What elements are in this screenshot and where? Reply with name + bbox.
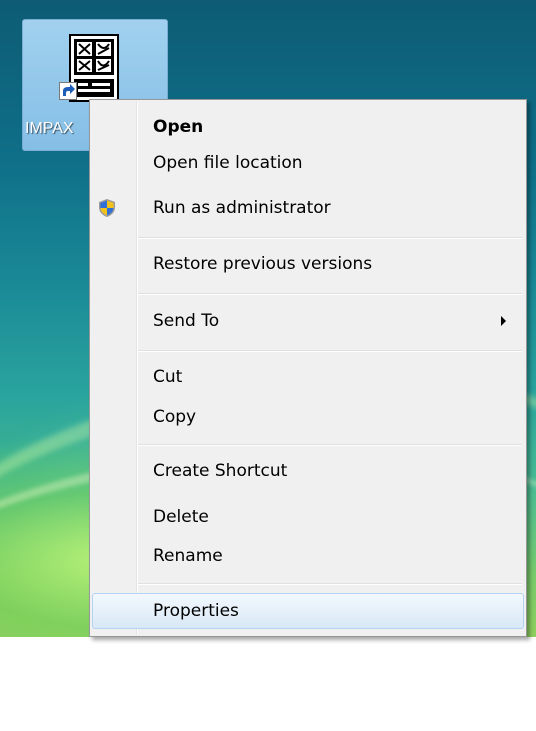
menu-item-label: Send To: [153, 311, 220, 331]
menu-separator: [138, 237, 522, 239]
menu-separator: [138, 444, 522, 446]
menu-item-delete[interactable]: Delete: [92, 499, 524, 535]
menu-item-label: Run as administrator: [153, 198, 331, 218]
context-menu: Open Open file location Run as administr…: [89, 99, 527, 637]
shortcut-arrow-icon: [59, 82, 77, 100]
menu-item-label: Delete: [153, 507, 209, 527]
menu-item-label: Restore previous versions: [153, 254, 373, 274]
submenu-arrow-icon: [501, 316, 506, 326]
uac-shield-icon: [99, 199, 115, 217]
menu-separator: [138, 350, 522, 352]
menu-item-rename[interactable]: Rename: [92, 538, 524, 574]
menu-item-properties[interactable]: Properties: [92, 593, 524, 629]
menu-item-run-as-administrator[interactable]: Run as administrator: [92, 190, 524, 226]
menu-separator: [138, 583, 522, 585]
menu-item-open[interactable]: Open: [92, 109, 524, 145]
menu-item-label: Create Shortcut: [153, 461, 288, 481]
menu-item-label: Rename: [153, 546, 223, 566]
menu-item-open-file-location[interactable]: Open file location: [92, 145, 524, 181]
menu-item-label: Open: [153, 117, 204, 137]
menu-separator: [138, 293, 522, 295]
menu-item-send-to[interactable]: Send To: [92, 303, 524, 339]
menu-item-label: Open file location: [153, 153, 303, 173]
menu-item-restore-previous-versions[interactable]: Restore previous versions: [92, 246, 524, 282]
menu-item-label: Cut: [153, 367, 183, 387]
menu-item-copy[interactable]: Copy: [92, 399, 524, 435]
menu-item-cut[interactable]: Cut: [92, 359, 524, 395]
menu-item-create-shortcut[interactable]: Create Shortcut: [92, 453, 524, 489]
menu-item-label: Properties: [153, 601, 239, 621]
menu-item-label: Copy: [153, 407, 197, 427]
